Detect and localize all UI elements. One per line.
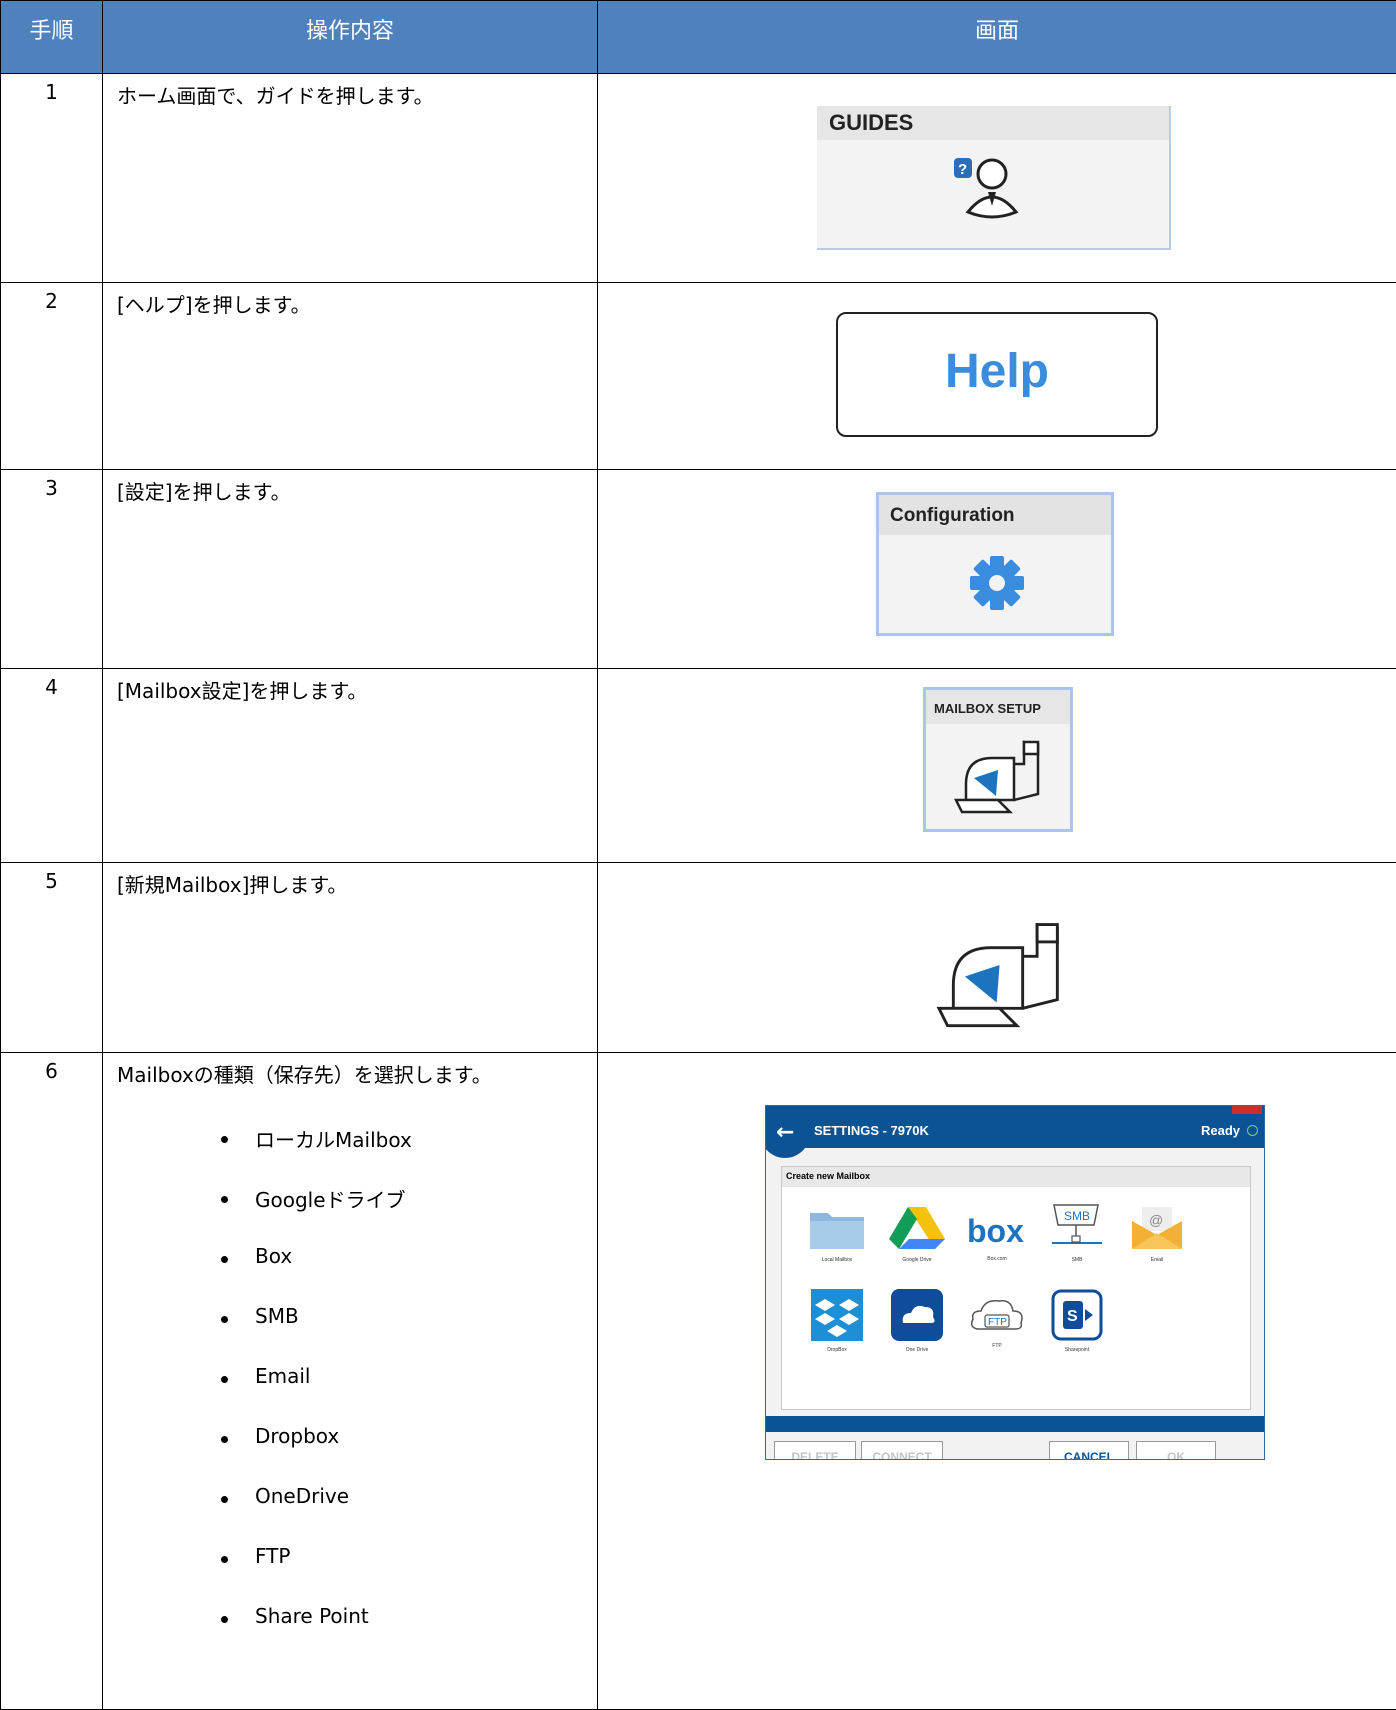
email-envelope-icon: @: [1128, 1205, 1186, 1251]
header-operation: 操作内容: [103, 1, 598, 74]
step-instruction: ホーム画面で、ガイドを押します。: [103, 74, 598, 283]
mailbox-setup-tile[interactable]: MAILBOX SETUP: [923, 687, 1073, 832]
header-screen: 画面: [598, 1, 1396, 74]
smb-network-icon: SMB: [1048, 1203, 1106, 1251]
connect-button[interactable]: CONNECT: [861, 1441, 943, 1460]
step-number: 2: [1, 283, 103, 470]
help-button[interactable]: Help: [836, 312, 1158, 437]
delete-button[interactable]: DELETE: [774, 1441, 856, 1460]
list-item: FTP: [103, 1530, 597, 1590]
box-logo-icon: box: [965, 1212, 1029, 1250]
back-arrow-icon: ←: [776, 1120, 794, 1145]
table-row: 4 [Mailbox設定]を押します。 MAILBOX SETUP: [1, 669, 1396, 863]
tile-email[interactable]: @ Email: [1117, 1205, 1197, 1263]
status-text: Ready: [1201, 1123, 1240, 1138]
step-instruction: [Mailbox設定]を押します。: [103, 669, 598, 863]
svg-text:SMB: SMB: [1064, 1209, 1090, 1223]
step-instruction: [新規Mailbox]押します。: [103, 863, 598, 1053]
configuration-label: Configuration: [879, 495, 1111, 535]
step-number: 1: [1, 74, 103, 283]
ok-button[interactable]: OK: [1136, 1441, 1216, 1460]
list-item: Box: [103, 1230, 597, 1290]
tile-google-drive[interactable]: Google Drive: [877, 1205, 957, 1263]
gear-icon: [969, 555, 1025, 611]
mailbox-setup-label: MAILBOX SETUP: [926, 690, 1070, 724]
step-screen: Configuration: [598, 470, 1396, 669]
procedure-table: 手順 操作内容 画面 1 ホーム画面で、ガイドを押します。 GUIDES ?: [0, 0, 1396, 1710]
svg-text:FTP: FTP: [988, 1317, 1007, 1328]
list-item: SMB: [103, 1290, 597, 1350]
mailbox-type-list: ローカルMailbox Googleドライブ Box SMB Email Dro…: [103, 1110, 597, 1650]
step-number: 6: [1, 1053, 103, 1710]
step-screen: GUIDES ?: [598, 74, 1396, 283]
cancel-button[interactable]: CANCEL: [1049, 1441, 1129, 1460]
step-number: 3: [1, 470, 103, 669]
step-screen: [598, 863, 1396, 1053]
settings-title: SETTINGS - 7970K: [814, 1123, 929, 1138]
list-item: Googleドライブ: [103, 1170, 597, 1230]
back-arrow-button[interactable]: ←: [765, 1108, 810, 1158]
configuration-tile[interactable]: Configuration: [876, 492, 1114, 636]
mailbox-icon: [954, 734, 1044, 824]
create-mailbox-panel: Create new Mailbox Local Mailbox: [781, 1166, 1251, 1410]
list-item: Email: [103, 1350, 597, 1410]
tile-local-mailbox[interactable]: Local Mailbox: [797, 1207, 877, 1263]
table-row: 1 ホーム画面で、ガイドを押します。 GUIDES ?: [1, 74, 1396, 283]
settings-header: SETTINGS - 7970K Ready: [766, 1114, 1264, 1148]
header-step: 手順: [1, 1, 103, 74]
status-ready-icon: [1247, 1125, 1258, 1136]
list-item: ローカルMailbox: [103, 1110, 597, 1170]
tile-sharepoint[interactable]: S Sharepoint: [1037, 1289, 1117, 1353]
google-drive-icon: [888, 1205, 946, 1251]
list-item: Dropbox: [103, 1410, 597, 1470]
svg-text:@: @: [1149, 1212, 1163, 1228]
tile-smb[interactable]: SMB SMB: [1037, 1203, 1117, 1263]
step-instruction: Mailboxの種類（保存先）を選択します。 ローカルMailbox Googl…: [103, 1053, 598, 1710]
step-instruction: [ヘルプ]を押します。: [103, 283, 598, 470]
ftp-cloud-icon: FTP: [967, 1293, 1027, 1337]
list-item: OneDrive: [103, 1470, 597, 1530]
window-titlebar: [766, 1106, 1264, 1114]
svg-text:box: box: [967, 1213, 1024, 1249]
list-item: Share Point: [103, 1590, 597, 1650]
guides-tile[interactable]: GUIDES ?: [817, 106, 1171, 250]
new-mailbox-icon[interactable]: [936, 913, 1066, 1043]
step-screen: MAILBOX SETUP: [598, 669, 1396, 863]
sharepoint-icon: S: [1051, 1289, 1103, 1341]
step-screen: Help: [598, 283, 1396, 470]
svg-text:?: ?: [958, 161, 967, 178]
footer-strip: [766, 1416, 1264, 1432]
settings-window: SETTINGS - 7970K Ready ← Create new Mail…: [765, 1105, 1265, 1460]
window-close-button[interactable]: [1232, 1106, 1262, 1114]
table-row: 3 [設定]を押します。 Configuration: [1, 470, 1396, 669]
tile-dropbox[interactable]: DropBox: [797, 1289, 877, 1353]
dropbox-icon: [811, 1289, 863, 1341]
panel-title: Create new Mailbox: [782, 1167, 1250, 1187]
table-row: 5 [新規Mailbox]押します。: [1, 863, 1396, 1053]
table-row: 6 Mailboxの種類（保存先）を選択します。 ローカルMailbox Goo…: [1, 1053, 1396, 1710]
step-number: 5: [1, 863, 103, 1053]
step-instruction: [設定]を押します。: [103, 470, 598, 669]
guide-person-icon: ?: [952, 156, 1032, 226]
svg-text:S: S: [1067, 1308, 1078, 1325]
header-row: 手順 操作内容 画面: [1, 1, 1396, 74]
step-screen: SETTINGS - 7970K Ready ← Create new Mail…: [598, 1053, 1396, 1710]
table-row: 2 [ヘルプ]を押します。 Help: [1, 283, 1396, 470]
step-number: 4: [1, 669, 103, 863]
tile-box[interactable]: box Box.com: [957, 1212, 1037, 1262]
onedrive-cloud-icon: [891, 1289, 943, 1341]
folder-icon: [808, 1207, 866, 1251]
guides-label: GUIDES: [817, 106, 1169, 140]
tile-ftp[interactable]: FTP FTP: [957, 1293, 1037, 1349]
tile-onedrive[interactable]: One Drive: [877, 1289, 957, 1353]
